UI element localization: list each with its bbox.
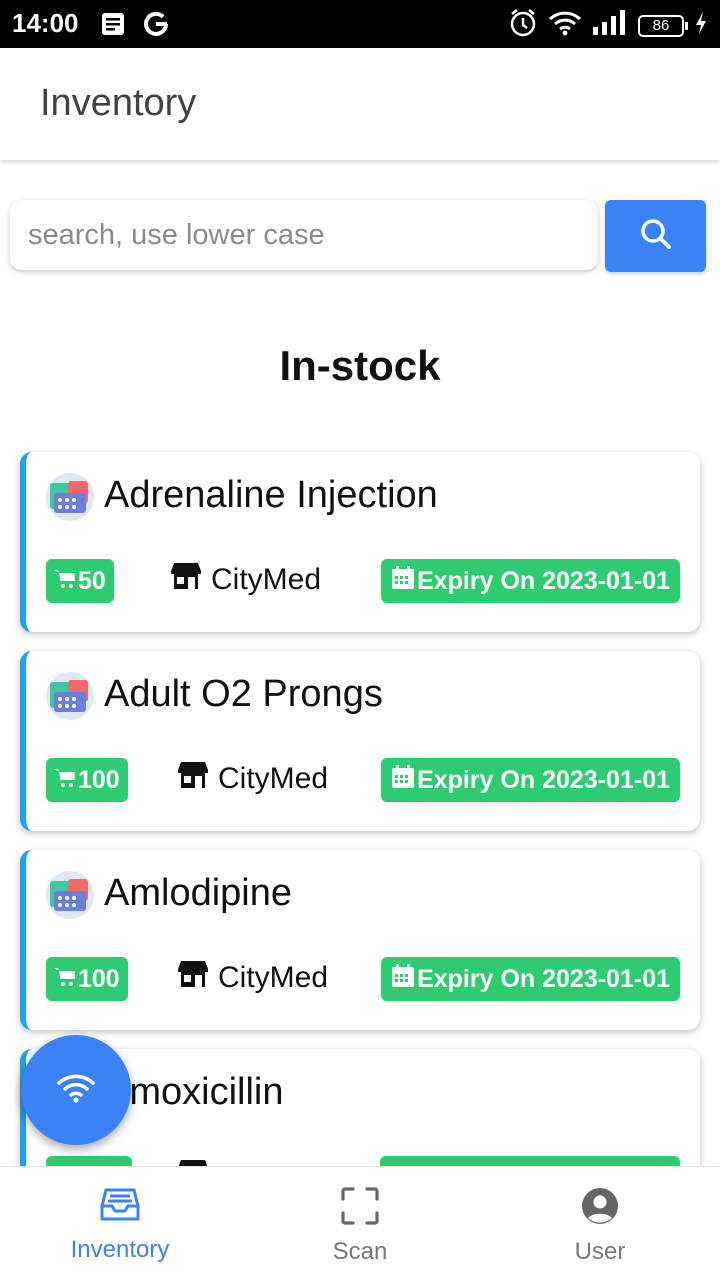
- battery-icon: 86: [638, 14, 688, 37]
- wifi-icon: [548, 10, 582, 41]
- store-icon: [171, 562, 201, 598]
- quantity-value: 50: [78, 566, 106, 595]
- quantity-value: 100: [78, 964, 120, 993]
- section-title: In-stock: [279, 342, 441, 389]
- calendar-icon: [391, 565, 415, 597]
- search-input[interactable]: [10, 200, 598, 270]
- scan-frame-icon: [341, 1187, 379, 1230]
- google-g-icon: [142, 10, 170, 43]
- medicine-name: Adrenaline Injection: [104, 474, 438, 516]
- medicine-pills-icon: [46, 672, 94, 720]
- store-name: CityMed: [211, 563, 322, 596]
- status-time: 14:00: [12, 8, 79, 38]
- nav-inventory-label: Inventory: [70, 1236, 170, 1263]
- nav-scan[interactable]: Scan: [240, 1167, 480, 1281]
- quantity-value: 100: [78, 765, 120, 794]
- medicine-pills-icon: [46, 473, 94, 521]
- expiry-text: Expiry On 2023-01-01: [417, 765, 670, 794]
- expiry-badge: Expiry On 2023-01-01: [381, 957, 680, 1001]
- inventory-list: Adrenaline Injection 50 CityMed Expiry O…: [20, 452, 700, 1248]
- nav-scan-label: Scan: [332, 1238, 388, 1265]
- store-info: CityMed: [171, 562, 321, 598]
- expiry-badge: Expiry On 2023-01-01: [381, 758, 680, 802]
- nav-inventory[interactable]: Inventory: [0, 1167, 240, 1281]
- quantity-badge: 100: [46, 957, 128, 1001]
- page-title: Inventory: [40, 82, 197, 124]
- inventory-tray-icon: [100, 1187, 140, 1228]
- wifi-fab-button[interactable]: [21, 1035, 131, 1145]
- store-info: CityMed: [178, 761, 328, 797]
- search-button[interactable]: [605, 200, 706, 272]
- inventory-card[interactable]: Adrenaline Injection 50 CityMed Expiry O…: [20, 452, 700, 632]
- inventory-card[interactable]: Adult O2 Prongs 100 CityMed Expiry On 20…: [20, 651, 700, 831]
- nav-user-label: User: [574, 1238, 626, 1265]
- app-bar: Inventory: [0, 48, 720, 160]
- medicine-name: Amlodipine: [104, 872, 292, 914]
- search-icon: [638, 216, 674, 257]
- quantity-badge: 50: [46, 559, 114, 603]
- expiry-badge: Expiry On 2023-01-01: [381, 559, 680, 603]
- medicine-pills-icon: [46, 871, 94, 919]
- expiry-text: Expiry On 2023-01-01: [417, 964, 670, 993]
- quantity-badge: 100: [46, 758, 128, 802]
- wifi-icon: [56, 1072, 96, 1109]
- calendar-icon: [391, 963, 415, 995]
- signal-icon: [592, 10, 628, 41]
- expiry-text: Expiry On 2023-01-01: [417, 566, 670, 595]
- cart-icon: [54, 567, 76, 596]
- status-right-icons: 86: [508, 8, 708, 43]
- store-name: CityMed: [218, 961, 329, 994]
- cart-icon: [54, 766, 76, 795]
- inventory-card[interactable]: Amlodipine 100 CityMed Expiry On 2023-01…: [20, 850, 700, 1030]
- cart-icon: [54, 965, 76, 994]
- calendar-icon: [391, 764, 415, 796]
- bottom-navigation: Inventory Scan User: [0, 1166, 720, 1281]
- alarm-icon: [508, 8, 538, 43]
- store-icon: [178, 761, 208, 797]
- status-left-icons: [100, 10, 170, 43]
- notes-icon: [100, 11, 126, 42]
- status-bar: 14:00 86: [0, 0, 720, 48]
- medicine-name: Adult O2 Prongs: [104, 673, 383, 715]
- user-circle-icon: [581, 1187, 619, 1230]
- nav-user[interactable]: User: [480, 1167, 720, 1281]
- store-icon: [178, 960, 208, 996]
- store-info: CityMed: [178, 960, 328, 996]
- charging-icon: [694, 11, 708, 40]
- store-name: CityMed: [218, 762, 329, 795]
